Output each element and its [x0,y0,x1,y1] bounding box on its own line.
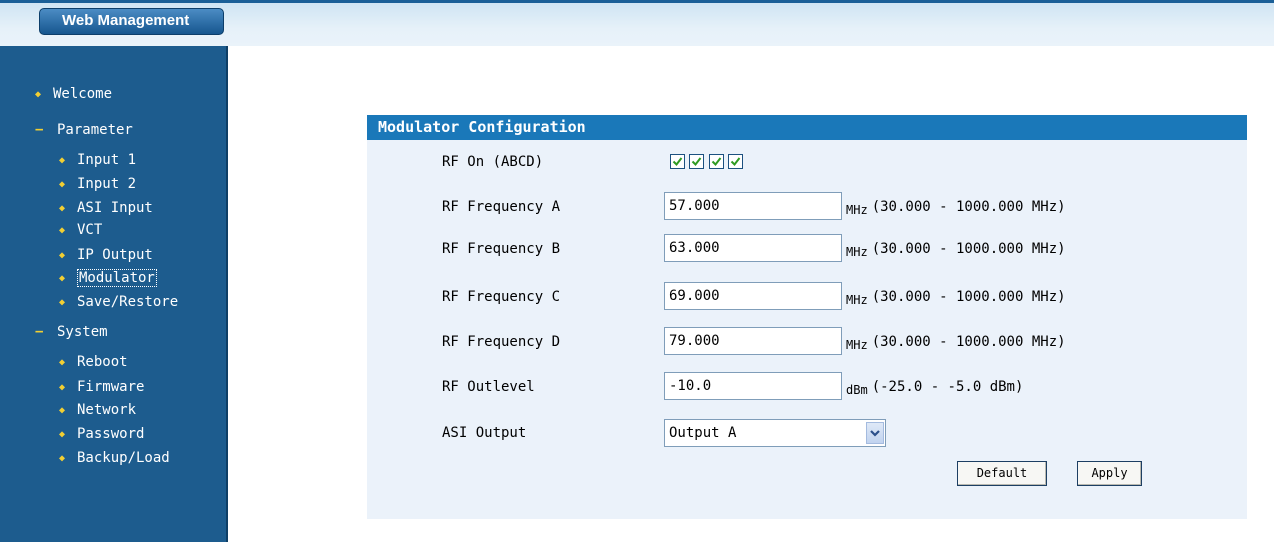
rf-on-label: RF On (ABCD) [442,154,544,170]
nav-section-system[interactable]: − System [35,322,108,342]
rf-outlevel-input[interactable]: -10.0 [664,372,842,400]
nav-welcome[interactable]: ◆ Welcome [35,84,112,104]
rf-on-b-checkbox[interactable] [689,154,704,169]
nav-item-vct[interactable]: ◆ VCT [59,220,102,240]
bullet-dot-icon: ◆ [59,225,66,236]
rf-frequency-c-unit: MHz (30.000 - 1000.000 MHz) [846,289,1066,307]
nav-item-input-2[interactable]: ◆ Input 2 [59,174,136,194]
nav-item-ip-output[interactable]: ◆ IP Output [59,245,153,265]
rf-on-c-checkbox[interactable] [709,154,724,169]
rf-frequency-d-input[interactable]: 79.000 [664,327,842,355]
bullet-dot-icon: ◆ [59,155,66,166]
asi-output-label: ASI Output [442,425,527,441]
nav-item-modulator[interactable]: ◆ Modulator [59,268,157,288]
bullet-dot-icon: ◆ [59,297,66,308]
nav-item-asi-input[interactable]: ◆ ASI Input [59,198,153,218]
bullet-dot-icon: ◆ [59,179,66,190]
bullet-dot-icon: ◆ [59,429,66,440]
rf-on-a-checkbox[interactable] [670,154,685,169]
nav-item-reboot[interactable]: ◆ Reboot [59,352,128,372]
rf-frequency-b-label: RF Frequency B [442,241,561,257]
checkmark-icon [691,157,702,167]
rf-frequency-b-input[interactable]: 63.000 [664,234,842,262]
bullet-dot-icon: ◆ [59,250,66,261]
checkmark-icon [730,157,741,167]
bullet-dot-icon: ◆ [59,203,66,214]
top-header: Web Management [0,0,1274,46]
nav-section-parameter[interactable]: − Parameter [35,120,133,140]
chevron-down-icon[interactable] [866,422,884,444]
bullet-dot-icon: ◆ [59,357,66,368]
rf-frequency-d-unit: MHz (30.000 - 1000.000 MHz) [846,334,1066,352]
nav-item-network[interactable]: ◆ Network [59,400,136,420]
bullet-dot-icon: ◆ [59,382,66,393]
rf-outlevel-unit: dBm (-25.0 - -5.0 dBm) [846,379,1024,397]
checkmark-icon [672,157,683,167]
minus-icon[interactable]: − [35,120,57,140]
bullet-dot-icon: ◆ [59,405,66,416]
rf-frequency-b-unit: MHz (30.000 - 1000.000 MHz) [846,241,1066,259]
panel-title: Modulator Configuration [367,115,1247,140]
bullet-dot-icon: ◆ [35,89,42,100]
nav-item-password[interactable]: ◆ Password [59,424,144,444]
nav-item-save-restore[interactable]: ◆ Save/Restore [59,292,178,312]
rf-frequency-a-unit: MHz (30.000 - 1000.000 MHz) [846,199,1066,217]
nav-item-backup-load[interactable]: ◆ Backup/Load [59,448,170,468]
modulator-config-panel: Modulator Configuration RF On (ABCD) RF … [367,115,1247,519]
rf-frequency-d-label: RF Frequency D [442,334,561,350]
brand-tab[interactable]: Web Management [39,8,224,35]
rf-outlevel-label: RF Outlevel [442,379,535,395]
bullet-dot-icon: ◆ [59,273,66,284]
rf-frequency-c-label: RF Frequency C [442,289,561,305]
checkmark-icon [711,157,722,167]
bullet-dot-icon: ◆ [59,453,66,464]
asi-output-select[interactable]: Output A [664,419,886,447]
nav-item-firmware[interactable]: ◆ Firmware [59,377,144,397]
rf-on-d-checkbox[interactable] [728,154,743,169]
sidebar: ◆ Welcome − Parameter ◆ Input 1 ◆ Input 2 ◆ A… [0,46,228,542]
minus-icon[interactable]: − [35,322,57,342]
rf-frequency-a-label: RF Frequency A [442,199,561,215]
rf-frequency-c-input[interactable]: 69.000 [664,282,842,310]
nav-item-input-1[interactable]: ◆ Input 1 [59,150,136,170]
default-button[interactable]: Default [957,461,1047,486]
asi-output-selected: Output A [669,425,737,441]
rf-frequency-a-input[interactable]: 57.000 [664,192,842,220]
apply-button[interactable]: Apply [1077,461,1142,486]
